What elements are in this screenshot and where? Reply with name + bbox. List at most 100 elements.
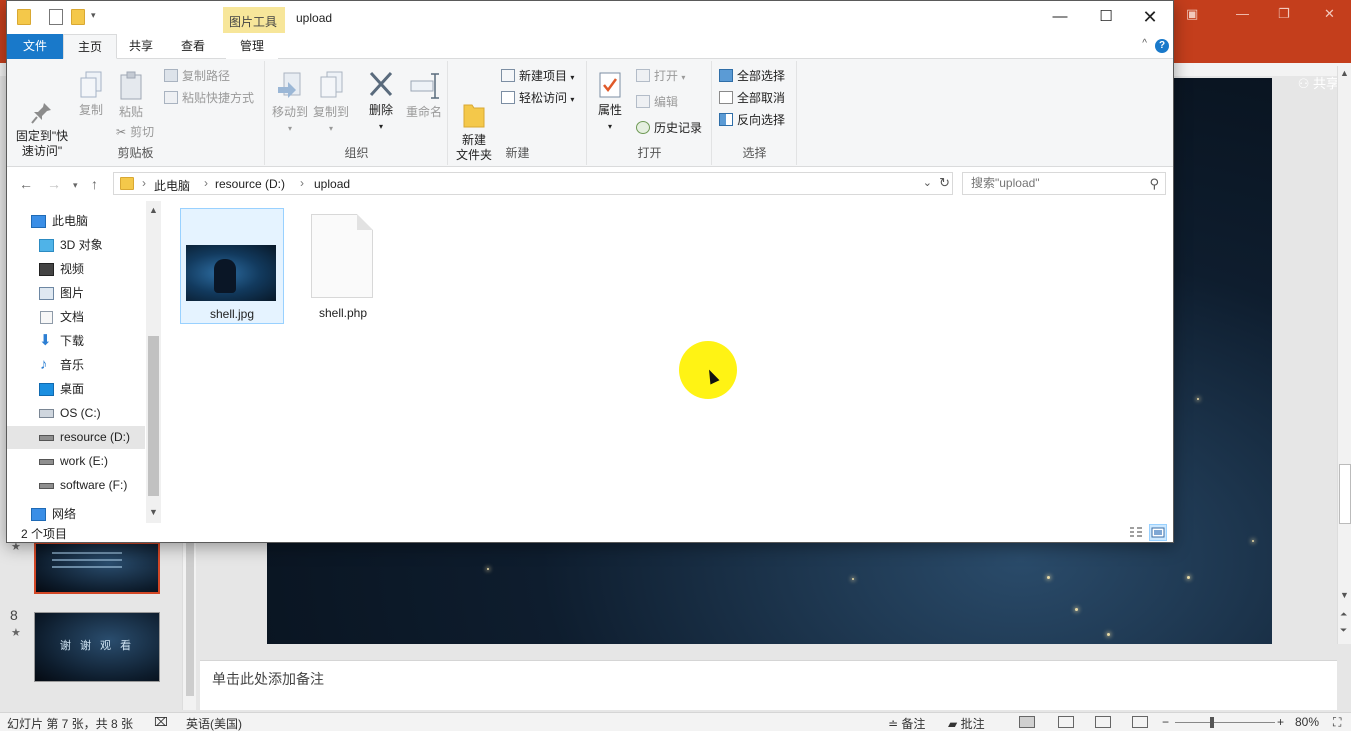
tab-view[interactable]: 查看: [167, 34, 219, 59]
scroll-down-icon[interactable]: ▼: [1340, 590, 1349, 600]
comments-button[interactable]: ▰ 批注: [948, 715, 985, 731]
zoom-slider[interactable]: [1175, 722, 1275, 723]
breadcrumb-this-pc[interactable]: 此电脑: [154, 177, 190, 194]
nav-item-desktop[interactable]: 桌面: [7, 378, 145, 401]
copy-button[interactable]: 复制: [73, 71, 109, 118]
nav-item-3d-objects[interactable]: 3D 对象: [7, 234, 145, 257]
maximize-icon[interactable]: ☐: [1083, 1, 1129, 33]
zoom-in-icon[interactable]: +: [1277, 715, 1284, 729]
copy-path-button[interactable]: 复制路径: [164, 67, 230, 85]
zoom-level[interactable]: 80%: [1295, 715, 1319, 729]
tab-home[interactable]: 主页: [63, 34, 118, 59]
file-item-shell-php[interactable]: shell.php: [291, 208, 395, 324]
collapse-ribbon-icon[interactable]: ^: [1142, 38, 1147, 49]
slide-vertical-scrollbar[interactable]: ▲ ▼ ⏶ ⏷: [1337, 66, 1351, 644]
scroll-up-icon[interactable]: ▲: [1340, 68, 1349, 78]
slide-thumbnail-7[interactable]: [34, 542, 160, 594]
new-item-button[interactable]: 新建项目 ▾: [501, 67, 574, 85]
select-all-button[interactable]: 全部选择: [719, 67, 785, 85]
search-box[interactable]: ⚲: [962, 172, 1166, 195]
address-dropdown-icon[interactable]: ⌄: [923, 176, 932, 189]
zoom-out-icon[interactable]: −: [1162, 715, 1169, 729]
minimize-icon[interactable]: —: [1236, 6, 1249, 21]
slideshow-icon[interactable]: [1132, 716, 1148, 728]
file-item-shell-jpg[interactable]: shell.jpg: [180, 208, 284, 324]
address-box[interactable]: › 此电脑 › resource (D:) › upload ⌄ ↻: [113, 172, 953, 195]
rename-button[interactable]: 重命名: [404, 71, 444, 120]
slide-thumbnail-8[interactable]: 谢 谢 观 看: [34, 612, 160, 682]
thumbnail-scroll-thumb[interactable]: [186, 536, 194, 696]
recent-locations-icon[interactable]: ▾: [73, 180, 78, 191]
slide-scroll-thumb[interactable]: [1339, 464, 1351, 524]
restore-icon[interactable]: ❐: [1278, 6, 1290, 22]
close-icon[interactable]: ✕: [1324, 6, 1335, 22]
help-icon[interactable]: ?: [1155, 39, 1169, 53]
paste-button[interactable]: 粘贴: [113, 71, 149, 120]
delete-button[interactable]: 删除 ▾: [364, 69, 398, 134]
file-list-pane[interactable]: shell.jpg shell.php: [169, 201, 1173, 523]
invert-selection-button[interactable]: 反向选择: [719, 111, 785, 129]
zoom-slider-knob[interactable]: [1210, 717, 1214, 728]
up-arrow-icon[interactable]: ↑: [91, 176, 98, 192]
slide-sorter-icon[interactable]: [1058, 716, 1074, 728]
new-folder-quick-icon[interactable]: [71, 9, 85, 25]
breadcrumb-separator-icon[interactable]: ›: [300, 176, 304, 190]
breadcrumb-upload[interactable]: upload: [314, 177, 350, 191]
normal-view-icon[interactable]: [1019, 716, 1035, 728]
edit-button[interactable]: 编辑: [636, 93, 678, 111]
paste-shortcut-button[interactable]: 粘贴快捷方式: [164, 89, 254, 107]
slide-info: 幻灯片 第 7 张，共 8 张: [7, 717, 134, 731]
nav-item-this-pc[interactable]: 此电脑: [7, 210, 145, 233]
tab-share[interactable]: 共享: [115, 34, 167, 59]
large-icons-view-icon[interactable]: [1149, 524, 1167, 541]
easy-access-button[interactable]: 轻松访问 ▾: [501, 89, 574, 107]
tab-manage[interactable]: 管理: [226, 34, 279, 59]
quick-access-dropdown-icon[interactable]: ▾: [91, 10, 96, 21]
nav-item-music[interactable]: ♪ 音乐: [7, 354, 145, 377]
search-input[interactable]: [971, 176, 1141, 190]
breadcrumb-separator-icon[interactable]: ›: [204, 176, 208, 190]
notes-button[interactable]: ≐ 备注: [888, 715, 925, 731]
breadcrumb-separator-icon[interactable]: ›: [142, 176, 146, 190]
navigation-scrollbar[interactable]: ▲ ▼: [146, 201, 161, 523]
reading-view-icon[interactable]: [1095, 716, 1111, 728]
tab-file[interactable]: 文件: [7, 34, 63, 59]
open-group-label: 打开: [637, 146, 662, 160]
fit-slide-icon[interactable]: ⛶: [1333, 715, 1341, 730]
spellcheck-icon[interactable]: ⌧: [154, 715, 168, 729]
next-slide-icon[interactable]: ⏷: [1340, 625, 1347, 636]
refresh-icon[interactable]: ↻: [939, 175, 950, 191]
properties-check-icon[interactable]: [49, 9, 63, 25]
nav-item-work-e[interactable]: work (E:): [7, 450, 145, 473]
nav-item-resource-d[interactable]: resource (D:): [7, 426, 145, 449]
nav-item-downloads[interactable]: ⬇ 下载: [7, 330, 145, 353]
move-to-button[interactable]: 移动到 ▾: [270, 71, 310, 136]
open-button[interactable]: 打开 ▾: [636, 67, 685, 85]
search-icon[interactable]: ⚲: [1149, 176, 1159, 192]
details-view-icon[interactable]: [1127, 524, 1145, 541]
copy-to-button[interactable]: 复制到 ▾: [311, 71, 351, 136]
scroll-down-icon[interactable]: ▼: [149, 507, 158, 517]
close-icon[interactable]: ✕: [1127, 1, 1173, 33]
language-indicator[interactable]: 英语(美国): [186, 715, 242, 731]
invert-selection-label: 反向选择: [737, 113, 786, 127]
scroll-up-icon[interactable]: ▲: [149, 205, 158, 215]
previous-slide-icon[interactable]: ⏶: [1340, 609, 1347, 620]
minimize-icon[interactable]: —: [1037, 1, 1083, 33]
forward-arrow-icon[interactable]: →: [47, 176, 61, 192]
navigation-scroll-thumb[interactable]: [148, 336, 159, 496]
nav-item-os-c[interactable]: OS (C:): [7, 402, 145, 425]
nav-item-pictures[interactable]: 图片: [7, 282, 145, 305]
ribbon-display-icon[interactable]: ▣: [1186, 6, 1198, 22]
select-none-button[interactable]: 全部取消: [719, 89, 785, 107]
cut-button[interactable]: ✂ 剪切: [116, 123, 154, 141]
history-button[interactable]: 历史记录: [636, 119, 702, 137]
nav-item-software-f[interactable]: software (F:): [7, 474, 145, 497]
nav-item-documents[interactable]: 文档: [7, 306, 145, 329]
notes-pane[interactable]: 单击此处添加备注: [200, 660, 1337, 710]
properties-button[interactable]: 属性 ▾: [592, 71, 628, 134]
explorer-title-bar[interactable]: ▾ 图片工具 upload — ☐ ✕: [7, 1, 1173, 33]
back-arrow-icon[interactable]: ←: [19, 176, 33, 192]
breadcrumb-resource-d[interactable]: resource (D:): [215, 177, 285, 191]
nav-item-videos[interactable]: 视频: [7, 258, 145, 281]
